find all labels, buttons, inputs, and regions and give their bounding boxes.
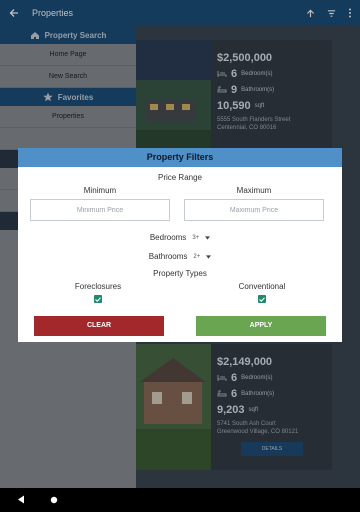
conventional-checkbox[interactable]: [258, 295, 266, 303]
price-range-label: Price Range: [157, 173, 203, 182]
dropdown-arrow-icon: [205, 235, 211, 240]
maximum-label: Maximum: [236, 186, 272, 195]
maximum-column: Maximum: [184, 186, 324, 221]
bathrooms-row: Bathrooms 2+: [18, 252, 342, 261]
minimum-label: Minimum: [83, 186, 117, 195]
minimum-price-input[interactable]: [30, 199, 170, 221]
foreclosures-checkbox[interactable]: [94, 295, 102, 303]
foreclosures-option: Foreclosures: [48, 282, 148, 303]
bedrooms-row: Bedrooms 3+: [18, 233, 342, 242]
dropdown-arrow-icon: [206, 254, 212, 259]
back-triangle-icon[interactable]: [17, 495, 25, 504]
dialog-title: Property Filters: [18, 148, 342, 167]
apply-button[interactable]: APPLY: [196, 316, 326, 336]
bathrooms-selected-value: 2+: [193, 253, 201, 260]
clear-button[interactable]: CLEAR: [34, 316, 164, 336]
conventional-option: Conventional: [212, 282, 312, 303]
bathrooms-label: Bathrooms: [148, 252, 188, 261]
home-circle-icon[interactable]: [50, 496, 58, 504]
conventional-label: Conventional: [238, 282, 286, 291]
property-filters-dialog: Property Filters Price Range Minimum Max…: [18, 148, 342, 342]
bedrooms-select[interactable]: 3+: [192, 234, 211, 241]
foreclosures-label: Foreclosures: [74, 282, 122, 291]
system-nav-bar: [0, 488, 360, 512]
bathrooms-select[interactable]: 2+: [193, 253, 212, 260]
bedrooms-selected-value: 3+: [192, 234, 200, 241]
property-types-label: Property Types: [153, 269, 207, 278]
maximum-price-input[interactable]: [184, 199, 324, 221]
minimum-column: Minimum: [30, 186, 170, 221]
bedrooms-label: Bedrooms: [149, 233, 187, 242]
